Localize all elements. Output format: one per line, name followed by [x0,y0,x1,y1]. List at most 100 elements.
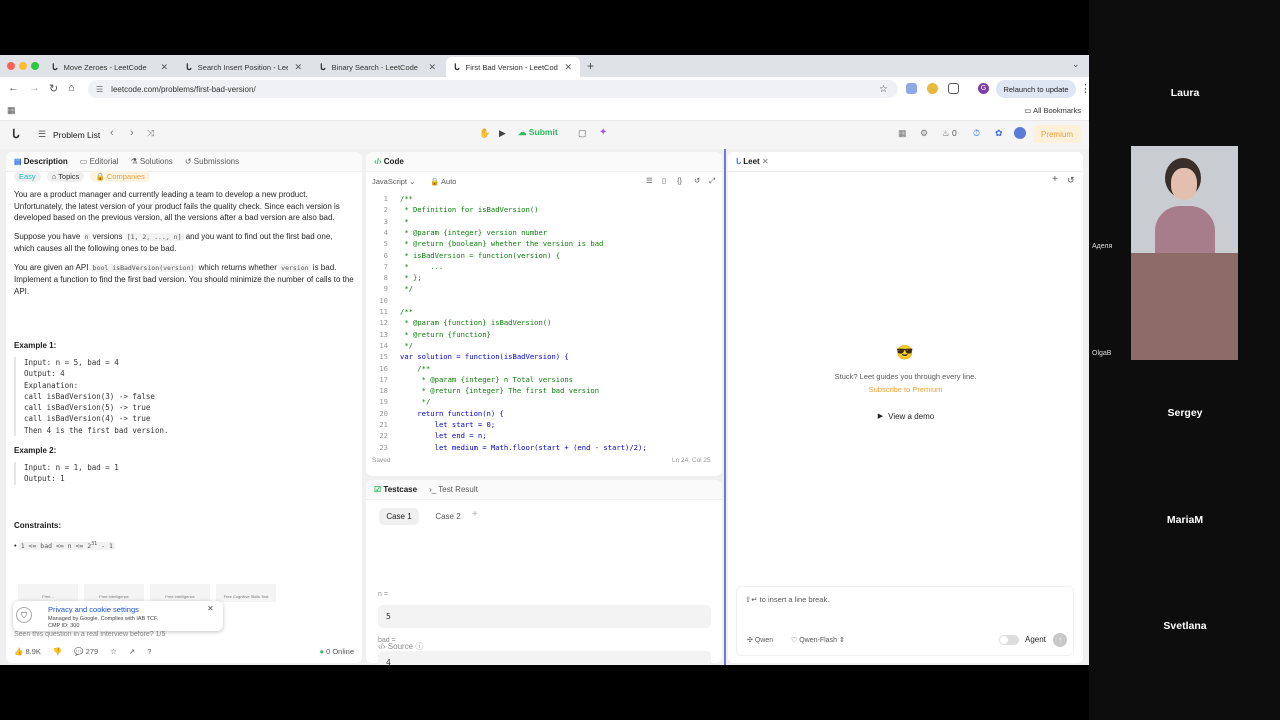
new-chat-icon[interactable]: + [1052,174,1058,185]
shuffle-icon[interactable]: ⤨ [147,128,154,139]
cookie-title[interactable]: Privacy and cookie settings [48,605,139,614]
timer-icon[interactable]: ⏱ [973,128,980,139]
brackets-icon[interactable]: {} [677,176,682,185]
topics-tag[interactable]: ⌂ Topics [46,171,85,182]
new-tab-icon[interactable]: + [587,59,594,73]
help-icon[interactable]: ? [147,647,151,656]
browser-tab[interactable]: ᒐ Move Zeroes - LeetCode ✕ [44,57,176,77]
tab-description[interactable]: ▤ Description [14,157,68,166]
extension-icon[interactable] [927,83,938,94]
line-number: 7 [383,261,388,271]
fullscreen-icon[interactable]: ⤢ [709,176,715,186]
format-icon[interactable]: ☰ [646,176,653,185]
apps-grid-icon[interactable]: ▦ [7,105,16,116]
leetcode-logo-icon[interactable]: ᒐ [12,127,20,141]
ai-sparkle-icon[interactable]: ✦ [599,127,607,138]
tab-solutions[interactable]: ⚗ Solutions [130,157,172,166]
agent-toggle[interactable] [999,635,1019,645]
bookmark-icon[interactable]: ▯ [662,176,666,185]
profile-avatar[interactable]: G [978,83,989,94]
close-window-button[interactable] [7,62,15,70]
tab-leet[interactable]: ᒐ Leet ✕ [736,157,769,166]
cookie-settings-toast[interactable]: ⛉ Privacy and cookie settings Managed by… [13,601,223,631]
comments-button[interactable]: 💬 279 [74,647,98,656]
ad-tile[interactable]: Free Intelligence [84,584,144,602]
ad-tile[interactable]: Free... [18,584,78,602]
reset-icon[interactable]: ↺ [694,176,700,185]
relaunch-to-update-button[interactable]: Relaunch to update [996,80,1076,98]
all-bookmarks-button[interactable]: ▭ All Bookmarks [1024,106,1081,115]
back-icon[interactable]: ← [8,82,19,94]
param-bad-input[interactable]: 4 [378,651,711,665]
more-menu-icon[interactable]: ⋮ [1080,82,1089,95]
line-number: 8 [383,273,388,283]
view-demo-button[interactable]: ▶ View a demo [866,407,946,425]
panel-resize-handle[interactable] [724,149,726,665]
translate-extension-icon[interactable] [906,83,917,94]
browser-tab[interactable]: ᒐ Search Insert Position - Leet ✕ [178,57,310,77]
subscribe-premium-link[interactable]: Subscribe to Premium [728,385,1083,394]
tab-testcase[interactable]: ☑ Testcase [374,485,417,494]
browser-tab[interactable]: ᒐ Binary Search - LeetCode ✕ [312,57,444,77]
problem-list-link[interactable]: Problem List [53,130,100,140]
premium-button[interactable]: Premium [1033,125,1081,143]
site-info-icon[interactable]: ☰ [96,85,103,94]
share-icon[interactable]: ↗ [129,647,135,656]
notification-icon[interactable]: ✿ [995,128,1003,139]
tab-submissions[interactable]: ↺ Submissions [185,157,239,166]
home-icon[interactable]: ⌂ [68,82,75,94]
user-avatar[interactable] [1014,127,1026,139]
chevron-down-icon[interactable]: ⌄ [1072,59,1080,70]
run-icon[interactable]: ▶ [499,128,506,139]
close-icon[interactable]: ✕ [564,62,572,73]
add-case-icon[interactable]: + [472,509,478,520]
browser-tab-active[interactable]: ᒐ First Bad Version - LeetCode ✕ [446,57,580,77]
param-n-input[interactable]: 5 [378,605,711,628]
language-select[interactable]: JavaScript ⌄ [372,177,415,186]
layout-icon[interactable]: ▦ [898,128,907,139]
debug-icon[interactable]: ✋ [479,128,490,139]
dislike-icon[interactable]: 👎 [53,647,62,656]
close-icon[interactable]: ✕ [762,157,769,166]
favorite-star-icon[interactable]: ☆ [110,647,117,656]
tab-editorial[interactable]: ▭ Editorial [80,157,119,166]
settings-gear-icon[interactable]: ⚙ [920,128,928,139]
next-problem-icon[interactable]: › [130,127,134,139]
play-icon: ▶ [877,413,884,420]
model-select[interactable]: ♡ Qwen-Flash ⇕ [791,636,845,644]
auto-mode-toggle[interactable]: 🔒 Auto [430,177,456,186]
ad-tile[interactable]: Free Cognitive Skills Test [216,584,276,602]
line-number: 12 [379,318,388,328]
case-2-tab[interactable]: Case 2 [428,508,468,525]
close-icon[interactable]: ✕ [207,604,214,613]
url-field[interactable]: ☰ leetcode.com/problems/first-bad-versio… [88,80,898,98]
close-icon[interactable]: ✕ [294,62,302,73]
code-text: * isBadVersion = function(version) { [400,250,561,260]
companies-tag[interactable]: 🔒 Companies [90,171,150,182]
prev-problem-icon[interactable]: ‹ [110,127,114,139]
forward-icon[interactable]: → [29,82,40,94]
close-icon[interactable]: ✕ [160,62,168,73]
submit-button[interactable]: ☁ Submit [518,127,558,138]
tab-test-result[interactable]: ›_ Test Result [429,485,478,494]
ad-tile[interactable]: Free Intelligence [150,584,210,602]
streak-counter[interactable]: ♨ 0 [942,128,957,139]
reload-icon[interactable]: ↻ [49,82,58,95]
close-icon[interactable]: ✕ [428,62,436,73]
notes-icon[interactable]: ▢ [578,128,587,139]
provider-select[interactable]: ✣ Qwen [747,636,773,644]
send-arrow-icon[interactable]: ↑ [1053,633,1067,647]
case-1-tab[interactable]: Case 1 [379,508,419,525]
like-button[interactable]: 👍 8.9K [14,647,41,656]
history-icon[interactable]: ↺ [1067,175,1075,186]
model-icon: ♡ [791,637,800,644]
minimize-window-button[interactable] [19,62,27,70]
seen-question-prompt[interactable]: Seen this question in a real interview b… [14,631,165,638]
extensions-puzzle-icon[interactable] [948,83,959,94]
tab-code[interactable]: ‹/› Code [374,157,404,166]
bookmark-star-icon[interactable]: ☆ [879,84,888,95]
browser-window: ᒐ Move Zeroes - LeetCode ✕ ᒐ Search Inse… [0,55,1089,665]
code-editor[interactable]: 1 /** 2 * Definition for isBadVersion() 3 *… [366,194,716,456]
leet-chat-input[interactable]: ⇧↵ to insert a line break. ✣ Qwen ♡ Qwen… [736,586,1074,656]
zoom-window-button[interactable] [31,62,39,70]
